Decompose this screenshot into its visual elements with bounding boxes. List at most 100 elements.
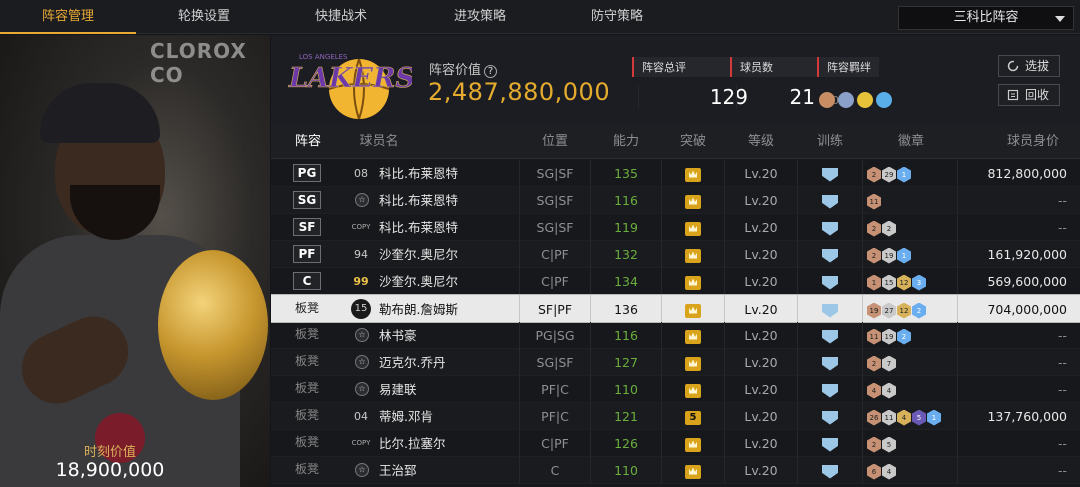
- badge-icon[interactable]: 2: [882, 220, 896, 237]
- badge-icon[interactable]: 4: [882, 463, 896, 480]
- training-cell[interactable]: [797, 349, 863, 376]
- lineup-slot[interactable]: PF: [293, 245, 321, 263]
- badge-icon[interactable]: 11: [867, 328, 881, 345]
- training-cell[interactable]: [797, 295, 863, 324]
- badge-icon[interactable]: 4: [867, 382, 881, 399]
- chemistry-gold-icon[interactable]: [857, 92, 873, 108]
- chemistry-silver-icon[interactable]: [838, 92, 854, 108]
- badge-icon[interactable]: 5: [882, 436, 896, 453]
- table-row[interactable]: 板凳 COPY 比尔.拉塞尔 C|PF 126 Lv.20 25 --: [271, 430, 1080, 457]
- badge-icon[interactable]: 4: [897, 409, 911, 426]
- badge-icon[interactable]: 2: [867, 436, 881, 453]
- badge-icon[interactable]: 15: [882, 274, 896, 291]
- col-badges[interactable]: 徽章: [865, 125, 957, 159]
- col-slot[interactable]: 阵容: [285, 125, 331, 159]
- col-training[interactable]: 训练: [797, 125, 863, 159]
- lineup-slot[interactable]: 板凳: [293, 380, 321, 398]
- badge-icon[interactable]: 4: [882, 382, 896, 399]
- lineup-slot[interactable]: 板凳: [293, 353, 321, 371]
- breakthrough-cell[interactable]: [661, 376, 725, 403]
- training-cell[interactable]: [797, 322, 863, 349]
- help-icon[interactable]: ?: [484, 65, 498, 78]
- col-ability[interactable]: 能力: [591, 125, 661, 159]
- badge-icon[interactable]: 1: [867, 274, 881, 291]
- table-row[interactable]: SG ☆ 科比.布莱恩特 SG|SF 116 Lv.20 11 --: [271, 187, 1080, 214]
- training-cell[interactable]: [797, 187, 863, 214]
- breakthrough-cell[interactable]: [661, 214, 725, 241]
- recycle-button[interactable]: 回收: [998, 84, 1060, 106]
- breakthrough-cell[interactable]: [661, 322, 725, 349]
- training-cell[interactable]: [797, 376, 863, 403]
- chemistry-blue-icon[interactable]: [876, 92, 892, 108]
- col-breakthrough[interactable]: 突破: [661, 125, 725, 159]
- training-cell[interactable]: [797, 268, 863, 295]
- training-cell[interactable]: [797, 241, 863, 268]
- badge-icon[interactable]: 2: [912, 302, 926, 319]
- badge-icon[interactable]: 3: [912, 274, 926, 291]
- breakthrough-cell[interactable]: [661, 268, 725, 295]
- lineup-slot[interactable]: 板凳: [293, 407, 321, 425]
- tab-rotation-settings[interactable]: 轮换设置: [136, 0, 272, 34]
- badge-icon[interactable]: 2: [897, 328, 911, 345]
- col-player-value[interactable]: 球员身价: [957, 125, 1075, 159]
- badge-icon[interactable]: 27: [882, 302, 896, 319]
- lineup-slot[interactable]: C: [293, 272, 321, 290]
- tab-defense-strategy[interactable]: 防守策略: [549, 0, 685, 34]
- breakthrough-cell[interactable]: 5: [661, 403, 725, 430]
- badge-icon[interactable]: 19: [882, 247, 896, 264]
- col-level[interactable]: 等级: [725, 125, 797, 159]
- lineup-slot[interactable]: 板凳: [293, 461, 321, 479]
- tab-quick-tactics[interactable]: 快捷战术: [273, 0, 409, 34]
- lineup-slot[interactable]: 板凳: [293, 300, 321, 318]
- badge-icon[interactable]: 12: [897, 274, 911, 291]
- pick-button[interactable]: 选拔: [998, 55, 1060, 77]
- table-row[interactable]: 板凳 ☆ 王治郅 C 110 Lv.20 64 --: [271, 457, 1080, 484]
- table-row[interactable]: 板凳 ☆ 易建联 PF|C 110 Lv.20 44 --: [271, 376, 1080, 403]
- col-position[interactable]: 位置: [519, 125, 591, 159]
- breakthrough-cell[interactable]: [661, 187, 725, 214]
- tab-offense-strategy[interactable]: 进攻策略: [412, 0, 548, 34]
- chemistry-bronze-icon[interactable]: [819, 92, 835, 108]
- badge-icon[interactable]: 19: [867, 302, 881, 319]
- lineup-slot[interactable]: SF: [293, 218, 321, 236]
- lineup-dropdown[interactable]: 三科比阵容: [898, 6, 1074, 30]
- table-row[interactable]: SF COPY 科比.布莱恩特 SG|SF 119 Lv.20 22 --: [271, 214, 1080, 241]
- table-row[interactable]: 板凳 ☆ 林书豪 PG|SG 116 Lv.20 11 19 2 --: [271, 322, 1080, 349]
- badge-icon[interactable]: 1: [897, 247, 911, 264]
- breakthrough-cell[interactable]: [661, 430, 725, 457]
- badge-icon[interactable]: 11: [882, 409, 896, 426]
- tab-lineup-management[interactable]: 阵容管理: [0, 0, 136, 34]
- badge-icon[interactable]: 2: [867, 247, 881, 264]
- badge-icon[interactable]: 12: [897, 302, 911, 319]
- badge-icon[interactable]: 2: [867, 166, 881, 183]
- badge-icon[interactable]: 19: [882, 328, 896, 345]
- table-row[interactable]: PF 94 沙奎尔.奥尼尔 C|PF 132 Lv.20 2 19 1 161,92…: [271, 241, 1080, 268]
- badge-icon[interactable]: 5: [912, 409, 926, 426]
- breakthrough-cell[interactable]: [661, 241, 725, 268]
- table-row[interactable]: C 99 沙奎尔.奥尼尔 C|PF 134 Lv.20 1 15 12 3 569,6…: [271, 268, 1080, 295]
- badge-icon[interactable]: 2: [867, 355, 881, 372]
- breakthrough-cell[interactable]: [661, 160, 725, 187]
- training-cell[interactable]: [797, 403, 863, 430]
- badge-icon[interactable]: 11: [867, 193, 881, 210]
- lineup-slot[interactable]: PG: [293, 164, 321, 182]
- breakthrough-cell[interactable]: [661, 349, 725, 376]
- badge-icon[interactable]: 7: [882, 355, 896, 372]
- lineup-slot[interactable]: 板凳: [293, 434, 321, 452]
- col-player-name[interactable]: 球员名: [349, 125, 409, 159]
- badge-icon[interactable]: 29: [882, 166, 896, 183]
- lineup-slot[interactable]: 板凳: [293, 326, 321, 344]
- table-row[interactable]: 板凳 04 蒂姆.邓肯 PF|C 121 5 Lv.20 26 11 4 5 1 137…: [271, 403, 1080, 430]
- badge-icon[interactable]: 1: [927, 409, 941, 426]
- training-cell[interactable]: [797, 214, 863, 241]
- training-cell[interactable]: [797, 430, 863, 457]
- training-cell[interactable]: [797, 160, 863, 187]
- badge-icon[interactable]: 1: [897, 166, 911, 183]
- table-row[interactable]: 板凳 ☆ 迈克尔.乔丹 SG|SF 127 Lv.20 27 --: [271, 349, 1080, 376]
- badge-icon[interactable]: 2: [867, 220, 881, 237]
- breakthrough-cell[interactable]: [661, 457, 725, 484]
- lineup-slot[interactable]: SG: [293, 191, 321, 209]
- training-cell[interactable]: [797, 457, 863, 484]
- badge-icon[interactable]: 6: [867, 463, 881, 480]
- badge-icon[interactable]: 26: [867, 409, 881, 426]
